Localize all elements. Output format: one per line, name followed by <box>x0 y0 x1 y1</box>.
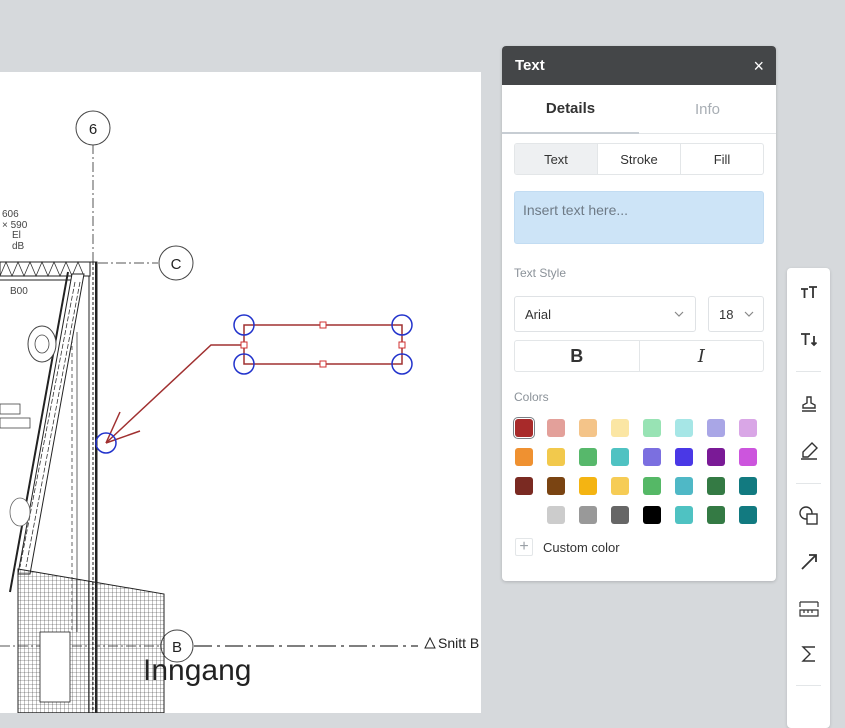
tab-info[interactable]: Info <box>639 85 776 133</box>
chevron-down-icon <box>744 311 754 317</box>
color-swatch[interactable] <box>611 419 629 437</box>
dim-text-1: 606 <box>2 209 19 220</box>
color-swatch[interactable] <box>579 477 597 495</box>
color-swatch[interactable] <box>579 448 597 466</box>
color-swatch[interactable] <box>643 419 661 437</box>
subtab-text[interactable]: Text <box>515 144 597 174</box>
text-direction-icon[interactable] <box>787 325 830 355</box>
custom-color-button[interactable]: + Custom color <box>515 538 776 556</box>
color-swatch[interactable] <box>707 477 725 495</box>
color-swatch[interactable] <box>515 448 533 466</box>
color-swatch[interactable] <box>707 506 725 524</box>
grid-label-6: 6 <box>89 121 97 138</box>
color-swatch[interactable] <box>707 419 725 437</box>
color-swatch[interactable] <box>579 419 597 437</box>
text-style-label: Text Style <box>514 266 567 280</box>
shapes-icon[interactable] <box>787 500 830 530</box>
grid-label-c: C <box>171 256 182 273</box>
font-select[interactable]: Arial <box>514 296 696 332</box>
text-panel: Text × Details Info Text Stroke Fill Ins… <box>502 46 776 581</box>
tab-details[interactable]: Details <box>502 85 639 134</box>
size-select[interactable]: 18 <box>708 296 764 332</box>
floor-plan: 606 × 590 El dB B00 6 C B Snitt B Inngan… <box>0 110 479 713</box>
color-swatch[interactable] <box>547 477 565 495</box>
property-subtabs: Text Stroke Fill <box>514 143 764 175</box>
chevron-down-icon <box>674 311 684 317</box>
dim-text-3: El <box>12 230 21 241</box>
color-swatch[interactable] <box>513 417 535 439</box>
color-swatch[interactable] <box>611 477 629 495</box>
room-code: B00 <box>10 286 28 297</box>
color-swatch[interactable] <box>643 448 661 466</box>
highlighter-icon[interactable] <box>787 436 830 466</box>
color-swatch[interactable] <box>643 477 661 495</box>
color-swatch[interactable] <box>707 448 725 466</box>
text-size-icon[interactable] <box>787 278 830 308</box>
color-swatch[interactable] <box>675 419 693 437</box>
color-swatch[interactable] <box>579 506 597 524</box>
font-value: Arial <box>525 306 552 322</box>
panel-header: Text × <box>502 46 776 85</box>
color-swatch[interactable] <box>547 419 565 437</box>
callout-annotation[interactable] <box>95 314 413 454</box>
color-swatches <box>513 417 776 524</box>
color-swatch[interactable] <box>515 477 533 495</box>
color-swatch[interactable] <box>611 448 629 466</box>
arrow-icon[interactable] <box>787 547 830 577</box>
subtab-fill[interactable]: Fill <box>680 144 763 174</box>
color-swatch[interactable] <box>547 448 565 466</box>
plus-icon: + <box>515 538 533 556</box>
font-style-buttons: B I <box>514 340 764 372</box>
close-icon[interactable]: × <box>753 57 764 75</box>
custom-color-label: Custom color <box>543 539 620 555</box>
color-swatch[interactable] <box>739 477 757 495</box>
section-marker-icon <box>424 636 436 649</box>
panel-title: Text <box>515 57 545 74</box>
sigma-icon[interactable] <box>787 639 830 669</box>
color-swatch <box>515 506 533 524</box>
color-swatch[interactable] <box>611 506 629 524</box>
color-swatch[interactable] <box>739 448 757 466</box>
size-value: 18 <box>719 306 734 322</box>
text-style-row: Arial 18 <box>514 296 764 332</box>
color-swatch[interactable] <box>675 506 693 524</box>
color-swatch[interactable] <box>739 506 757 524</box>
measure-icon[interactable] <box>787 594 830 624</box>
dim-text-4: dB <box>12 241 25 252</box>
drawing-canvas[interactable]: 606 × 590 El dB B00 6 C B Snitt B Inngan… <box>0 72 481 713</box>
color-swatch[interactable] <box>547 506 565 524</box>
color-swatch[interactable] <box>643 506 661 524</box>
entrance-label: Inngang <box>143 654 251 687</box>
italic-button[interactable]: I <box>638 341 764 371</box>
panel-tabs: Details Info <box>502 85 776 134</box>
colors-label: Colors <box>514 390 549 404</box>
color-swatch[interactable] <box>675 448 693 466</box>
stamp-icon[interactable] <box>787 389 830 419</box>
section-label: Snitt B <box>438 635 479 651</box>
color-swatch[interactable] <box>739 419 757 437</box>
bold-button[interactable]: B <box>515 341 639 371</box>
text-input[interactable]: Insert text here... <box>514 191 764 244</box>
color-swatch[interactable] <box>675 477 693 495</box>
annotation-toolbar <box>787 268 830 728</box>
subtab-stroke[interactable]: Stroke <box>597 144 680 174</box>
